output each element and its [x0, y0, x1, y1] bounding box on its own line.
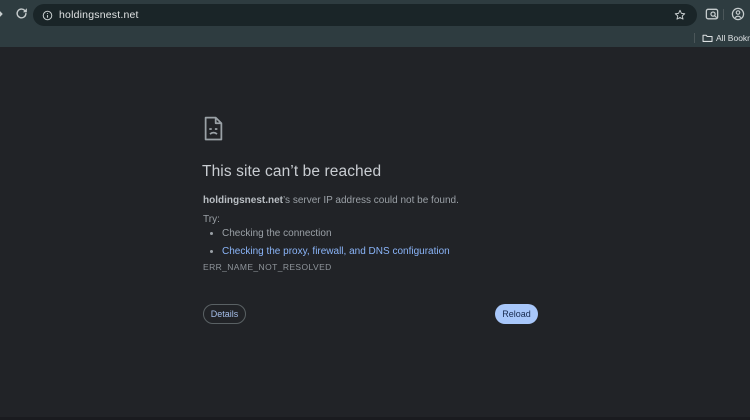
folder-icon[interactable]: [702, 33, 713, 43]
profile-avatar-icon[interactable]: [731, 7, 745, 21]
toolbar-divider: [723, 9, 724, 20]
suggestion-item: Checking the connection: [222, 227, 450, 240]
sad-page-icon: [203, 116, 224, 146]
all-bookmarks-label[interactable]: All Bookmarks: [716, 33, 750, 43]
bookmarks-divider: [694, 33, 695, 43]
error-code: ERR_NAME_NOT_RESOLVED: [203, 262, 332, 272]
error-title: This site can’t be reached: [202, 163, 381, 181]
reload-icon[interactable]: [15, 7, 28, 20]
address-bar[interactable]: holdingsnest.net: [33, 4, 697, 26]
suggestion-text: Checking the connection: [222, 228, 332, 239]
browser-toolbar: holdingsnest.net: [0, 0, 750, 28]
suggestion-link[interactable]: Checking the proxy, firewall, and DNS co…: [222, 246, 450, 257]
bookmark-star-icon[interactable]: [674, 9, 686, 21]
suggestion-item: Checking the proxy, firewall, and DNS co…: [222, 245, 450, 258]
error-message-rest: ’s server IP address could not be found.: [283, 195, 459, 206]
suggestion-list: Checking the connection Checking the pro…: [208, 227, 450, 262]
details-button[interactable]: Details: [203, 304, 246, 324]
error-page: This site can’t be reached holdingsnest.…: [0, 47, 750, 417]
reload-button[interactable]: Reload: [495, 304, 538, 324]
url-text[interactable]: holdingsnest.net: [59, 9, 674, 21]
bookmarks-bar: All Bookmarks: [0, 28, 750, 47]
error-message: holdingsnest.net’s server IP address cou…: [203, 195, 459, 206]
try-label: Try:: [203, 214, 220, 225]
site-info-icon[interactable]: [42, 10, 53, 21]
error-domain: holdingsnest.net: [203, 195, 283, 206]
forward-arrow-icon[interactable]: [0, 7, 5, 21]
side-panel-icon[interactable]: [705, 8, 719, 21]
